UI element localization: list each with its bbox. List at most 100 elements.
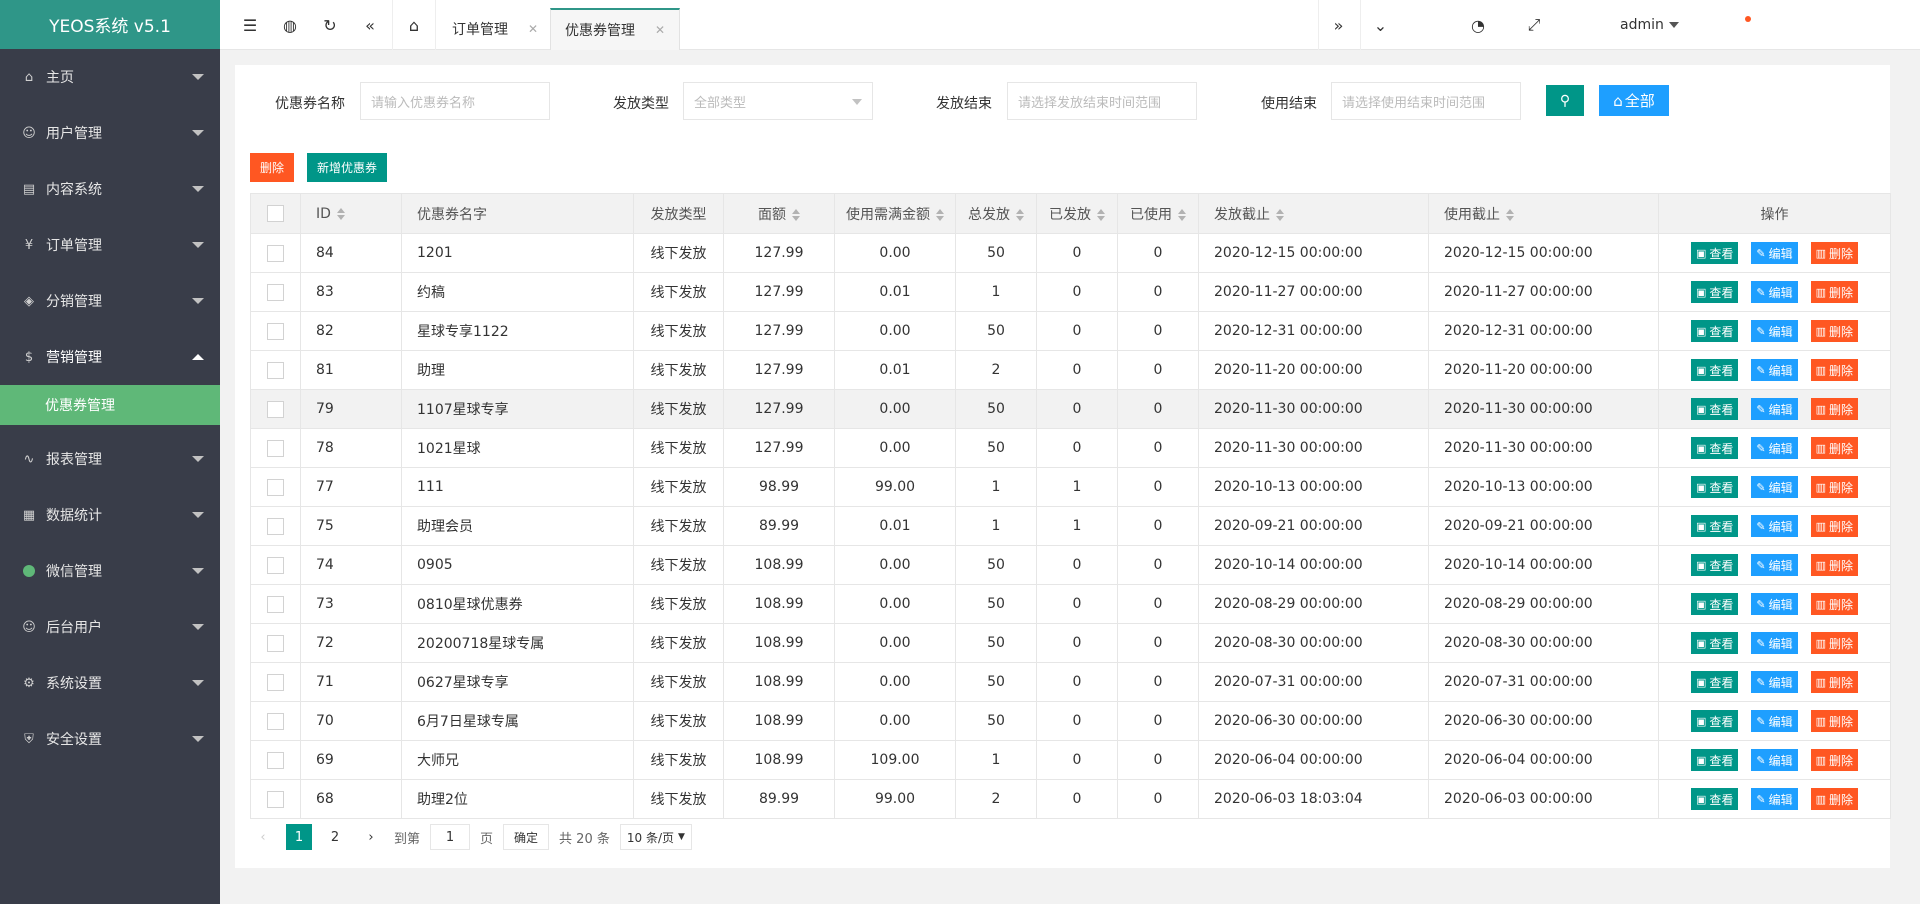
edit-button[interactable]: ✎ 编辑 — [1751, 749, 1798, 771]
sidebar-item-2[interactable]: ▤ 内容系统 — [0, 161, 220, 217]
delete-button[interactable]: ▥ 删除 — [1810, 281, 1859, 303]
sidebar-item-8[interactable]: 微信管理 — [0, 543, 220, 599]
goto-page-input[interactable]: 1 — [430, 824, 471, 850]
tabs-left-icon[interactable]: « — [350, 0, 390, 50]
view-button[interactable]: ▣ 查看 — [1690, 593, 1739, 615]
col-used[interactable]: 已使用 — [1117, 193, 1199, 234]
sidebar-item-5[interactable]: $ 营销管理 — [0, 329, 220, 385]
show-all-button[interactable]: ⌂ 全部 — [1599, 85, 1669, 116]
search-button[interactable]: ⚲ — [1546, 85, 1584, 116]
tab-order-management[interactable]: 订单管理 ✕ — [438, 8, 552, 50]
page-size-select[interactable]: 10 条/页 ▼ — [619, 824, 692, 850]
sidebar-subitem-coupon-management[interactable]: 优惠券管理 — [0, 385, 220, 425]
delete-button[interactable]: ▥ 删除 — [1810, 320, 1859, 342]
edit-button[interactable]: ✎ 编辑 — [1751, 242, 1798, 264]
sort-icon[interactable] — [1097, 208, 1105, 221]
col-total-issued[interactable]: 总发放 — [955, 193, 1037, 234]
sort-icon[interactable] — [1178, 208, 1186, 221]
close-icon[interactable]: ✕ — [528, 22, 538, 36]
next-page-icon[interactable]: › — [358, 824, 384, 850]
add-coupon-button[interactable]: 新增优惠券 — [307, 153, 387, 182]
view-button[interactable]: ▣ 查看 — [1690, 281, 1739, 303]
tab-coupon-management[interactable]: 优惠券管理 ✕ — [550, 8, 681, 50]
delete-button[interactable]: ▥ 删除 — [1810, 788, 1859, 810]
sort-icon[interactable] — [1016, 208, 1024, 221]
col-issue-deadline[interactable]: 发放截止 — [1198, 193, 1429, 234]
user-menu[interactable]: admin — [1620, 0, 1679, 50]
edit-button[interactable]: ✎ 编辑 — [1751, 515, 1798, 537]
batch-delete-button[interactable]: 删除 — [250, 153, 294, 182]
col-use-deadline[interactable]: 使用截止 — [1428, 193, 1659, 234]
view-button[interactable]: ▣ 查看 — [1690, 632, 1739, 654]
view-button[interactable]: ▣ 查看 — [1690, 515, 1739, 537]
sort-icon[interactable] — [1506, 208, 1514, 221]
edit-button[interactable]: ✎ 编辑 — [1751, 710, 1798, 732]
edit-button[interactable]: ✎ 编辑 — [1751, 359, 1798, 381]
goto-confirm-button[interactable]: 确定 — [503, 824, 550, 850]
sort-icon[interactable] — [936, 208, 944, 221]
edit-button[interactable]: ✎ 编辑 — [1751, 554, 1798, 576]
home-tab-icon[interactable]: ⌂ — [392, 0, 436, 50]
sidebar-item-4[interactable]: ◈ 分销管理 — [0, 273, 220, 329]
edit-button[interactable]: ✎ 编辑 — [1751, 593, 1798, 615]
sort-icon[interactable] — [336, 207, 345, 220]
delete-button[interactable]: ▥ 删除 — [1810, 476, 1859, 498]
row-checkbox[interactable] — [267, 283, 284, 301]
view-button[interactable]: ▣ 查看 — [1690, 554, 1739, 576]
delete-button[interactable]: ▥ 删除 — [1810, 671, 1859, 693]
sidebar-item-7[interactable]: ▦ 数据统计 — [0, 487, 220, 543]
row-checkbox[interactable] — [267, 400, 284, 418]
row-checkbox[interactable] — [267, 556, 284, 574]
sidebar-item-3[interactable]: ¥ 订单管理 — [0, 217, 220, 273]
view-button[interactable]: ▣ 查看 — [1690, 749, 1739, 771]
edit-button[interactable]: ✎ 编辑 — [1751, 281, 1798, 303]
delete-button[interactable]: ▥ 删除 — [1810, 554, 1859, 576]
prev-page-icon[interactable]: ‹ — [250, 824, 276, 850]
edit-button[interactable]: ✎ 编辑 — [1751, 398, 1798, 420]
row-checkbox[interactable] — [267, 439, 284, 457]
row-checkbox[interactable] — [267, 673, 284, 691]
view-button[interactable]: ▣ 查看 — [1690, 359, 1739, 381]
delete-button[interactable]: ▥ 删除 — [1810, 593, 1859, 615]
view-button[interactable]: ▣ 查看 — [1690, 788, 1739, 810]
row-checkbox[interactable] — [267, 322, 284, 340]
sidebar-item-1[interactable]: ☺ 用户管理 — [0, 105, 220, 161]
delete-button[interactable]: ▥ 删除 — [1810, 632, 1859, 654]
row-checkbox[interactable] — [267, 361, 284, 379]
row-checkbox[interactable] — [267, 244, 284, 262]
edit-button[interactable]: ✎ 编辑 — [1751, 320, 1798, 342]
view-button[interactable]: ▣ 查看 — [1690, 242, 1739, 264]
menu-toggle-icon[interactable]: ☰ — [230, 0, 270, 50]
sidebar-item-0[interactable]: ⌂ 主页 — [0, 49, 220, 105]
select-all-checkbox[interactable] — [267, 205, 284, 222]
sort-icon[interactable] — [1276, 208, 1284, 221]
close-icon[interactable]: ✕ — [655, 23, 665, 37]
col-min-spend[interactable]: 使用需满金额 — [834, 193, 956, 234]
delete-button[interactable]: ▥ 删除 — [1810, 749, 1859, 771]
view-button[interactable]: ▣ 查看 — [1690, 398, 1739, 420]
theme-palette-icon[interactable]: ◔ — [1458, 0, 1498, 50]
edit-button[interactable]: ✎ 编辑 — [1751, 437, 1798, 459]
delete-button[interactable]: ▥ 删除 — [1810, 710, 1859, 732]
row-checkbox[interactable] — [267, 751, 284, 769]
fullscreen-icon[interactable]: ⤢ — [1514, 0, 1554, 50]
coupon-name-input[interactable]: 请输入优惠券名称 — [360, 82, 550, 120]
row-checkbox[interactable] — [267, 712, 284, 730]
row-checkbox[interactable] — [267, 517, 284, 535]
page-1-button[interactable]: 1 — [286, 824, 312, 850]
row-checkbox[interactable] — [267, 790, 284, 808]
view-button[interactable]: ▣ 查看 — [1690, 671, 1739, 693]
col-face-value[interactable]: 面额 — [723, 193, 835, 234]
view-button[interactable]: ▣ 查看 — [1690, 320, 1739, 342]
page-2-button[interactable]: 2 — [322, 824, 348, 850]
delete-button[interactable]: ▥ 删除 — [1810, 242, 1859, 264]
globe-icon[interactable]: ◍ — [270, 0, 310, 50]
sidebar-item-10[interactable]: ⚙ 系统设置 — [0, 655, 220, 711]
chevron-down-icon[interactable]: ⌄ — [1360, 0, 1400, 50]
refresh-icon[interactable]: ↻ — [310, 0, 350, 50]
issue-end-range-input[interactable]: 请选择发放结束时间范围 — [1007, 82, 1197, 120]
issue-type-select[interactable]: 全部类型 — [683, 82, 873, 120]
sidebar-item-9[interactable]: ☺ 后台用户 — [0, 599, 220, 655]
edit-button[interactable]: ✎ 编辑 — [1751, 671, 1798, 693]
edit-button[interactable]: ✎ 编辑 — [1751, 788, 1798, 810]
